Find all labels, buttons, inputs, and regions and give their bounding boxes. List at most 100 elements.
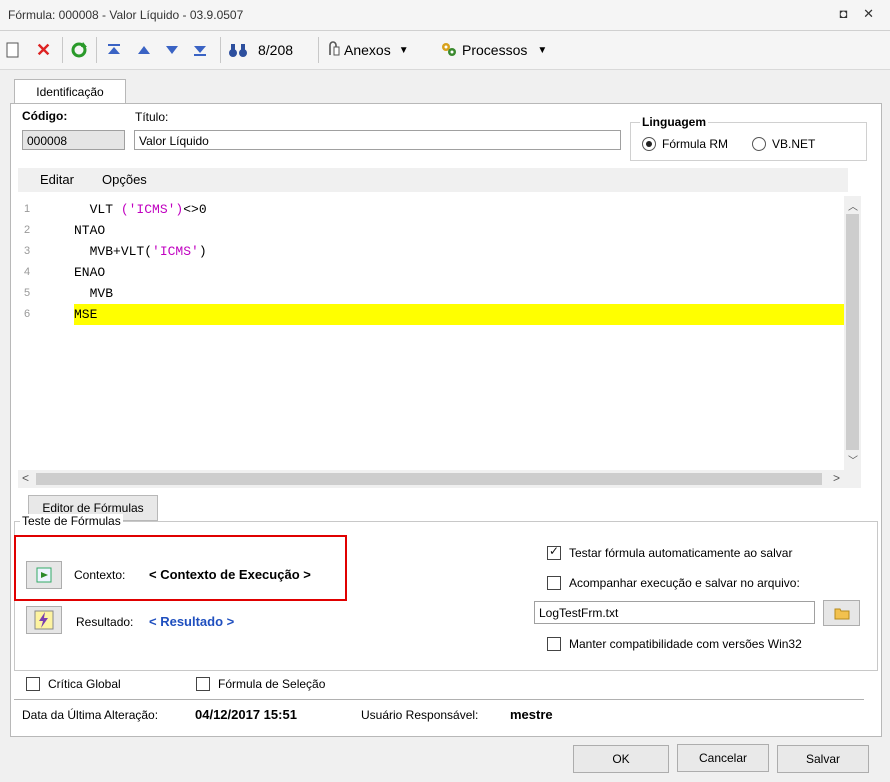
search-binoculars-icon[interactable] — [228, 39, 248, 61]
result-value[interactable]: < Resultado > — [149, 614, 234, 629]
cancel-button[interactable]: Cancelar — [677, 744, 769, 772]
title-field[interactable]: Valor Líquido — [134, 130, 621, 150]
code-token: NTAO — [74, 223, 106, 238]
line-number: 2 — [24, 224, 31, 236]
code-token: ) — [198, 244, 207, 259]
global-critic-checkbox[interactable]: Crítica Global — [26, 677, 121, 691]
scroll-right-icon[interactable]: > — [833, 471, 840, 485]
code-field[interactable]: 000008 — [22, 130, 125, 150]
checkbox-unchecked-icon — [26, 677, 40, 691]
user-value: mestre — [510, 707, 553, 722]
win32-checkbox[interactable]: Manter compatibilidade com versões Win32 — [547, 637, 802, 651]
scroll-up-icon[interactable]: ︿ — [848, 198, 858, 213]
divider — [14, 699, 864, 700]
result-label: Resultado: — [76, 615, 134, 629]
context-value[interactable]: < Contexto de Execução > — [149, 567, 311, 582]
code-token: MVB — [89, 286, 114, 301]
win32-label: Manter compatibilidade com versões Win32 — [569, 637, 802, 651]
scroll-down-icon[interactable]: ﹀ — [848, 452, 858, 467]
last-change-value: 04/12/2017 15:51 — [195, 707, 297, 722]
code-line[interactable]: ENAO — [74, 262, 844, 283]
processes-button[interactable]: Processos ▼ — [440, 39, 547, 61]
code-label: Código: — [22, 109, 68, 123]
title-label: Título: — [135, 110, 169, 124]
code-line[interactable]: MVB+VLT('ICMS') — [74, 241, 844, 262]
radio-formula-rm-label: Fórmula RM — [662, 137, 729, 151]
next-record-icon[interactable] — [164, 39, 180, 61]
menu-opcoes[interactable]: Opções — [102, 172, 147, 187]
menu-editar[interactable]: Editar — [40, 172, 74, 187]
radio-vbnet-label: VB.NET — [772, 137, 816, 151]
folder-icon — [834, 608, 849, 620]
formula-test-label: Teste de Fórmulas — [20, 514, 123, 528]
follow-execution-checkbox[interactable]: Acompanhar execução e salvar no arquivo: — [547, 576, 800, 590]
editor-menubar: Editar Opções — [18, 168, 848, 192]
refresh-icon[interactable] — [70, 39, 88, 61]
last-record-icon[interactable] — [192, 39, 208, 61]
context-label: Contexto: — [74, 568, 126, 582]
code-line[interactable]: MVB — [74, 283, 844, 304]
vertical-scrollbar[interactable]: ︿ ﹀ — [844, 196, 861, 470]
chevron-down-icon: ▼ — [398, 44, 409, 56]
code-token: ENAO — [74, 265, 106, 280]
code-area[interactable]: 1 VLT ('ICMS')<>0 2 NTAO 3 MVB+VLT('ICMS') 4… — [18, 196, 844, 470]
paperclip-icon — [326, 40, 340, 60]
checkbox-unchecked-icon — [196, 677, 210, 691]
browse-folder-button[interactable] — [823, 600, 860, 626]
attachments-label: Anexos — [344, 42, 391, 58]
scroll-thumb[interactable] — [846, 214, 859, 450]
code-line[interactable]: MSE — [74, 304, 844, 325]
horizontal-scrollbar[interactable]: < > — [18, 470, 861, 488]
global-critic-label: Crítica Global — [48, 677, 121, 691]
radio-unselected-icon — [752, 137, 766, 151]
gears-icon — [440, 40, 458, 61]
code-string-token: ('ICMS') — [120, 202, 184, 217]
radio-vbnet[interactable]: VB.NET — [752, 137, 815, 151]
last-change-label: Data da Última Alteração: — [22, 708, 159, 722]
ok-button[interactable]: OK — [573, 745, 669, 773]
language-label: Linguagem — [640, 115, 709, 129]
previous-record-icon[interactable] — [136, 39, 152, 61]
tab-identificacao[interactable]: Identificação — [14, 79, 126, 104]
auto-test-label: Testar fórmula automaticamente ao salvar — [569, 546, 793, 560]
log-file-field[interactable]: LogTestFrm.txt — [534, 601, 815, 624]
window-title: Fórmula: 000008 - Valor Líquido - 03.9.0… — [8, 8, 244, 22]
auto-test-checkbox[interactable]: Testar fórmula automaticamente ao salvar — [547, 544, 793, 560]
toolbar: ✕ 8/208 Anexos ▼ Processos ▼ — [0, 31, 890, 70]
code-string-token: 'ICMS' — [152, 244, 199, 259]
title-bar: Fórmula: 000008 - Valor Líquido - 03.9.0… — [0, 0, 890, 31]
code-token: <>0 — [183, 202, 207, 217]
user-label: Usuário Responsável: — [361, 708, 479, 722]
scroll-left-icon[interactable]: < — [22, 471, 29, 485]
attachments-button[interactable]: Anexos ▼ — [326, 39, 409, 61]
context-button[interactable] — [26, 561, 62, 589]
line-number: 1 — [24, 203, 31, 215]
line-number: 3 — [24, 245, 31, 257]
code-token: MSE — [74, 307, 98, 322]
code-line[interactable]: NTAO — [74, 220, 844, 241]
selection-formula-label: Fórmula de Seleção — [218, 677, 326, 691]
code-token: MVB+VLT( — [89, 244, 153, 259]
code-line[interactable]: VLT ('ICMS')<>0 — [74, 199, 844, 220]
lightning-az-icon — [34, 610, 54, 630]
checkbox-unchecked-icon — [547, 637, 561, 651]
hscroll-thumb[interactable] — [36, 473, 822, 485]
window-controls[interactable]: ◘ ✕ — [840, 6, 880, 22]
chevron-down-icon: ▼ — [537, 44, 548, 56]
save-button[interactable]: Salvar — [777, 745, 869, 773]
record-counter: 8/208 — [258, 42, 294, 58]
result-button[interactable] — [26, 606, 62, 634]
processes-label: Processos — [462, 42, 528, 58]
radio-selected-icon — [642, 137, 656, 151]
selection-formula-checkbox[interactable]: Fórmula de Seleção — [196, 677, 325, 691]
code-token: VLT — [89, 202, 121, 217]
line-number: 5 — [24, 287, 31, 299]
delete-icon[interactable]: ✕ — [36, 39, 51, 61]
radio-formula-rm[interactable]: Fórmula RM — [642, 137, 728, 151]
new-icon[interactable] — [6, 39, 20, 61]
run-context-icon — [36, 567, 52, 583]
first-record-icon[interactable] — [106, 39, 122, 61]
